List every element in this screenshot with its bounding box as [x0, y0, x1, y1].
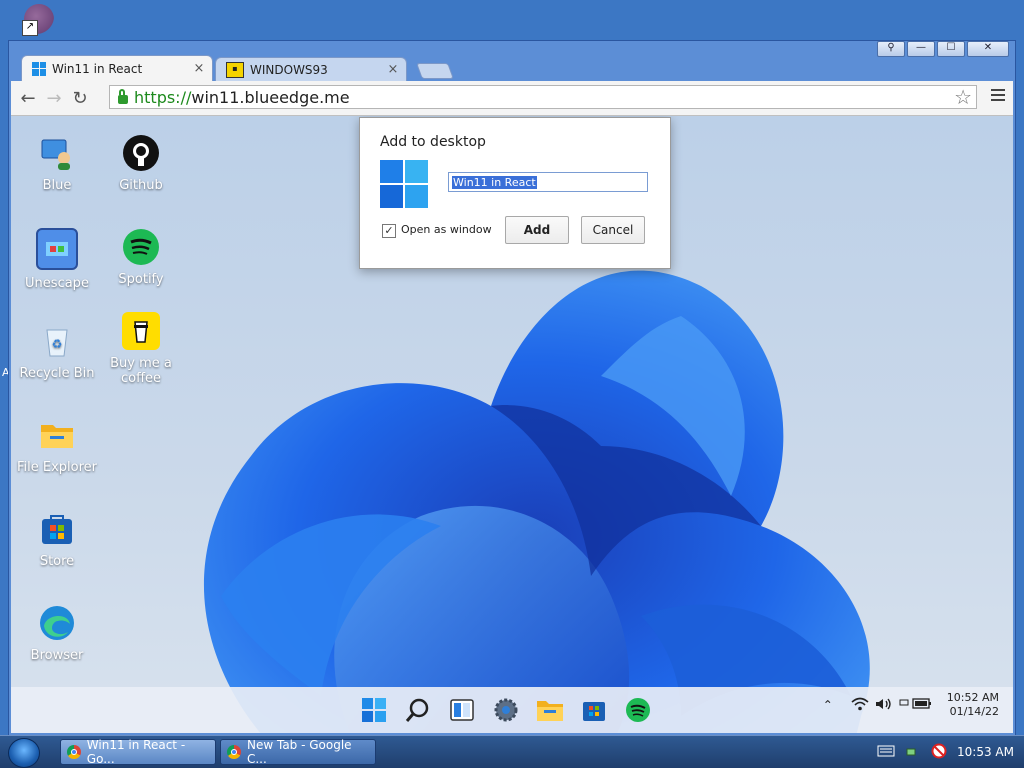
desktop-icon-browser[interactable]: Browser: [15, 604, 99, 663]
host-task-label: Win11 in React - Go...: [86, 738, 186, 766]
windows93-icon: ▪: [226, 61, 244, 78]
desktop-icon-spotify[interactable]: Spotify: [99, 228, 183, 287]
url-text: https://win11.blueedge.me: [134, 87, 350, 107]
desktop-icon-label: Github: [119, 178, 163, 193]
network-icon[interactable]: [905, 743, 921, 762]
desktop-icon-buy-me-a-coffee[interactable]: Buy me a coffee: [99, 312, 183, 386]
win11-taskbar: ⌃ 10:52 AM 01/14/22: [11, 687, 1013, 733]
win11-date: 01/14/22: [949, 705, 999, 718]
tab-title: Win11 in React: [52, 61, 143, 76]
forward-arrow-icon[interactable]: →: [41, 85, 67, 111]
settings-icon[interactable]: [488, 692, 524, 728]
desktop-icon-label: Store: [39, 554, 75, 569]
svg-text:♻: ♻: [52, 337, 63, 351]
tab-win11-in-react[interactable]: Win11 in React ×: [21, 55, 213, 81]
widgets-icon[interactable]: [444, 692, 480, 728]
host-taskbar: Win11 in React - Go... New Tab - Google …: [0, 735, 1024, 768]
tab-close-icon[interactable]: ×: [192, 61, 206, 76]
wifi-icon[interactable]: [851, 697, 869, 714]
desktop-icon-unescape[interactable]: Unescape: [15, 228, 99, 291]
desktop-icon-label: Recycle Bin: [19, 366, 95, 381]
win11-time: 10:52 AM: [946, 691, 999, 704]
store-icon: [38, 510, 76, 548]
battery-icon[interactable]: [899, 697, 933, 714]
tab-close-icon[interactable]: ×: [386, 62, 400, 77]
host-clock[interactable]: 10:53 AM: [957, 745, 1014, 759]
selected-name-text: Win11 in React: [452, 176, 537, 189]
back-arrow-icon[interactable]: ←: [15, 85, 41, 111]
desktop-icon-label: File Explorer: [16, 460, 97, 475]
volume-icon[interactable]: [875, 697, 893, 714]
close-window-button[interactable]: ✕: [967, 41, 1009, 57]
maximize-button[interactable]: ☐: [937, 41, 965, 57]
lock-icon: [118, 88, 128, 104]
host-shortcut-icon[interactable]: ↗: [22, 20, 38, 36]
desktop-icon-file-explorer[interactable]: File Explorer: [15, 416, 99, 475]
windows-logo-icon: [32, 61, 46, 76]
app-windows-logo-icon: [380, 160, 428, 208]
desktop-icon-blue[interactable]: Blue: [15, 134, 99, 193]
unescape-icon: [36, 228, 78, 270]
minimize-button[interactable]: —: [907, 41, 935, 57]
file-explorer-icon[interactable]: [532, 692, 568, 728]
win11-clock[interactable]: 10:52 AM 01/14/22: [947, 691, 999, 719]
host-task-win11-in-react[interactable]: Win11 in React - Go...: [60, 738, 216, 766]
spotify-icon: [122, 228, 160, 266]
host-system-tray: 10:53 AM: [877, 736, 1014, 768]
desktop-icon-label: Browser: [30, 648, 84, 663]
browser-window: ⚲ — ☐ ✕ Win11 in React × ▪ WINDOWS93 × ←…: [8, 40, 1016, 736]
hamburger-menu-icon[interactable]: [991, 89, 1005, 104]
cancel-button[interactable]: Cancel: [581, 216, 645, 244]
store-icon[interactable]: [576, 692, 612, 728]
address-bar[interactable]: https://win11.blueedge.me ☆: [109, 85, 977, 109]
folder-icon: [38, 416, 76, 454]
chrome-icon: [227, 745, 241, 759]
spotify-icon[interactable]: [620, 692, 656, 728]
open-as-window-label: Open as window: [401, 223, 492, 236]
win11-taskbar-icons: [356, 692, 656, 728]
desktop-icon-label: Blue: [42, 178, 72, 193]
chrome-icon: [67, 745, 81, 759]
page-viewport: Blue Github Unescape Spotify ♻ Recycle B…: [11, 116, 1013, 733]
host-task-label: New Tab - Google C...: [246, 738, 352, 766]
keyboard-icon[interactable]: [877, 745, 895, 760]
recycle-bin-icon: ♻: [38, 322, 76, 360]
edge-icon: [38, 604, 76, 642]
open-as-window-checkbox[interactable]: ✓: [382, 224, 396, 238]
wallpaper-bloom: [203, 270, 870, 733]
dialog-title: Add to desktop: [380, 134, 486, 150]
github-icon: [122, 134, 160, 172]
desktop-icon-label: Spotify: [118, 272, 164, 287]
desktop-icon-recycle-bin[interactable]: ♻ Recycle Bin: [15, 322, 99, 381]
profile-button[interactable]: ⚲: [877, 41, 905, 57]
tab-strip: Win11 in React × ▪ WINDOWS93 ×: [21, 55, 454, 81]
add-button[interactable]: Add: [505, 216, 569, 244]
desktop-icon-store[interactable]: Store: [15, 510, 99, 569]
host-task-new-tab[interactable]: New Tab - Google C...: [220, 738, 376, 766]
start-icon[interactable]: [356, 692, 392, 728]
desktop-icon-github[interactable]: Github: [99, 134, 183, 193]
browser-toolbar: ← → ↻ https://win11.blueedge.me ☆: [11, 81, 1013, 116]
win11-system-tray: ⌃ 10:52 AM 01/14/22: [823, 691, 1007, 719]
new-tab-button[interactable]: [416, 63, 454, 79]
search-icon[interactable]: [400, 692, 436, 728]
no-entry-icon[interactable]: [931, 743, 947, 762]
coffee-icon: [122, 312, 160, 350]
add-to-desktop-dialog: Add to desktop Win11 in React ✓ Open as …: [359, 117, 671, 269]
tab-title: WINDOWS93: [250, 62, 328, 77]
window-controls: ⚲ — ☐ ✕: [877, 41, 1009, 57]
desktop-icon-label: Buy me a coffee: [110, 356, 172, 386]
desktop-icon-label: Unescape: [25, 276, 89, 291]
tab-windows93[interactable]: ▪ WINDOWS93 ×: [215, 57, 407, 81]
tray-chevron-icon[interactable]: ⌃: [823, 698, 833, 712]
blue-user-icon: [38, 134, 76, 172]
reload-icon[interactable]: ↻: [67, 85, 93, 111]
start-orb-icon[interactable]: [8, 738, 40, 768]
bookmark-star-icon[interactable]: ☆: [954, 86, 972, 108]
